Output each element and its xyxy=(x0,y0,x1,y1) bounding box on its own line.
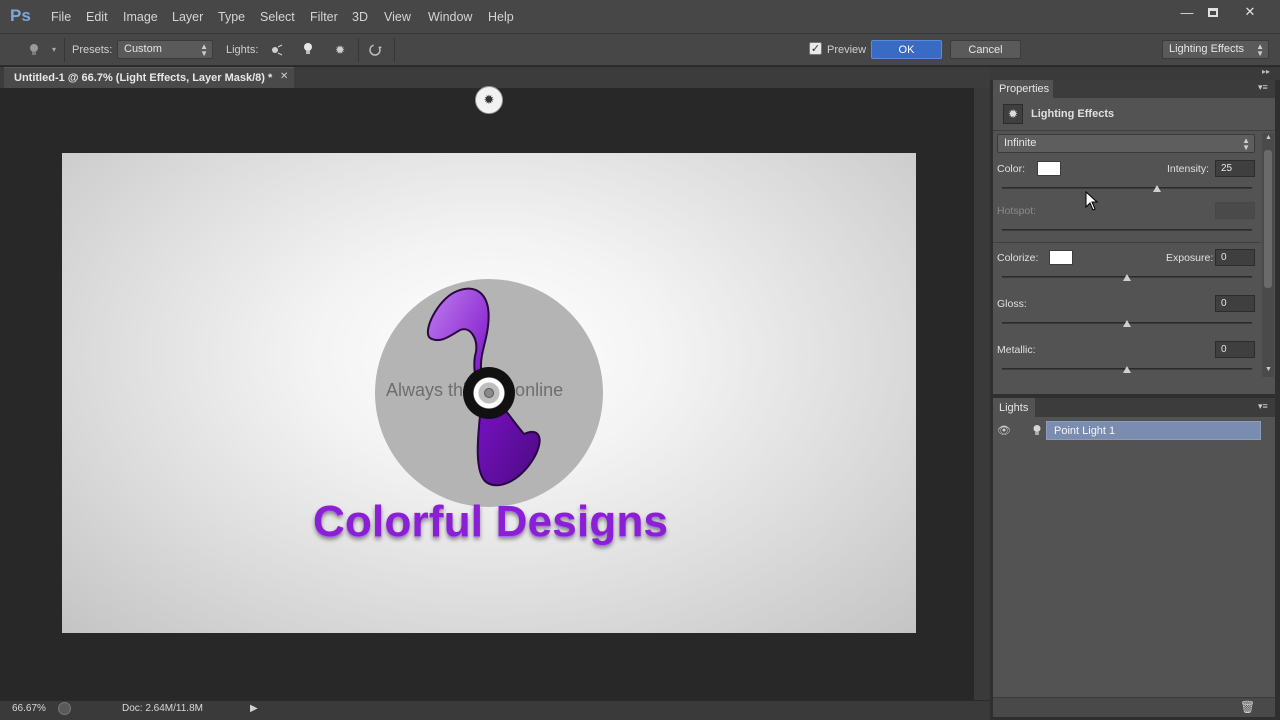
menu-file[interactable]: File xyxy=(51,10,71,24)
cancel-button[interactable]: Cancel xyxy=(950,40,1021,59)
visibility-eye-icon[interactable]: 👁 xyxy=(997,424,1011,437)
tab-lights[interactable]: Lights xyxy=(993,398,1035,417)
app-logo: Ps xyxy=(10,6,31,25)
status-share-icon[interactable] xyxy=(58,702,71,715)
tab-properties[interactable]: Properties xyxy=(993,80,1053,98)
ok-button[interactable]: OK xyxy=(871,40,942,59)
intensity-slider-track[interactable] xyxy=(1002,187,1252,189)
doc-size: Doc: 2.64M/11.8M xyxy=(122,703,203,714)
lighting-effects-icon: ✹ xyxy=(1003,104,1023,124)
colorize-label: Colorize: xyxy=(997,252,1039,264)
menu-select[interactable]: Select xyxy=(260,10,295,24)
divider xyxy=(993,242,1261,243)
exposure-label: Exposure: xyxy=(1166,252,1214,264)
metallic-slider-thumb[interactable] xyxy=(1123,366,1131,373)
menu-image[interactable]: Image xyxy=(123,10,158,24)
light-list-item[interactable]: Point Light 1 xyxy=(1046,421,1261,440)
scroll-down-icon[interactable]: ▼ xyxy=(1265,366,1272,373)
properties-title: Lighting Effects xyxy=(1031,108,1115,120)
reset-light-icon[interactable] xyxy=(368,42,384,58)
menu-filter[interactable]: Filter xyxy=(310,10,338,24)
add-spot-light-icon[interactable] xyxy=(268,42,284,58)
properties-menu-icon[interactable]: ▾≡ xyxy=(1258,82,1268,93)
workspace-dropdown[interactable]: Lighting Effects ▲ ▼ xyxy=(1162,40,1269,59)
light-type-value: Infinite xyxy=(1004,137,1037,149)
color-label: Color: xyxy=(997,163,1026,175)
intensity-label: Intensity: xyxy=(1167,163,1210,175)
hotspot-input xyxy=(1215,202,1255,219)
presets-value: Custom xyxy=(124,43,162,55)
light-center-dot xyxy=(484,388,494,398)
scroll-up-icon[interactable]: ▲ xyxy=(1265,134,1272,141)
close-window-icon[interactable]: ✕ xyxy=(1235,2,1265,22)
light-type-dropdown[interactable]: Infinite ▲ ▼ xyxy=(997,134,1255,153)
presets-dropdown[interactable]: Custom ▲ ▼ xyxy=(117,40,213,59)
intensity-slider-thumb[interactable] xyxy=(1153,185,1161,192)
divider xyxy=(394,38,395,62)
add-point-light-icon[interactable] xyxy=(300,41,316,57)
divider xyxy=(64,38,65,62)
gloss-input[interactable]: 0 xyxy=(1215,295,1255,312)
preview-checkbox[interactable]: ✓ xyxy=(809,42,822,55)
lights-header xyxy=(993,398,1275,417)
workspace-value: Lighting Effects xyxy=(1169,43,1245,55)
light-color-swatch[interactable] xyxy=(1037,161,1061,176)
dropdown-arrows-icon: ▲ ▼ xyxy=(200,42,208,58)
panel-footer xyxy=(993,697,1275,717)
tool-preset-chevron-icon[interactable]: ▾ xyxy=(52,45,56,54)
menu-layer[interactable]: Layer xyxy=(172,10,203,24)
menu-help[interactable]: Help xyxy=(488,10,514,24)
dock-header xyxy=(990,67,1280,80)
light-list-item-label: Point Light 1 xyxy=(1054,425,1116,437)
dropdown-arrows-icon: ▲ ▼ xyxy=(1256,42,1264,58)
lights-menu-icon[interactable]: ▾≡ xyxy=(1258,401,1268,412)
menu-3d[interactable]: 3D xyxy=(352,10,368,24)
zoom-level[interactable]: 66.67% xyxy=(12,703,46,714)
add-infinite-light-icon[interactable]: ✹ xyxy=(332,42,348,58)
menu-type[interactable]: Type xyxy=(218,10,245,24)
intensity-input[interactable]: 25 xyxy=(1215,160,1255,177)
presets-label: Presets: xyxy=(72,44,113,56)
mouse-cursor-icon xyxy=(1085,191,1099,211)
status-menu-arrow-icon[interactable]: ▶ xyxy=(250,703,258,714)
gloss-label: Gloss: xyxy=(997,298,1027,310)
lightbulb-tool-icon[interactable] xyxy=(26,42,42,58)
hotspot-label: Hotspot: xyxy=(997,205,1037,217)
exposure-input[interactable]: 0 xyxy=(1215,249,1255,266)
preview-label: Preview xyxy=(827,44,867,56)
metallic-label: Metallic: xyxy=(997,344,1036,356)
dropdown-arrows-icon: ▲ ▼ xyxy=(1242,136,1250,152)
menu-window[interactable]: Window xyxy=(428,10,472,24)
close-tab-icon[interactable]: ✕ xyxy=(280,71,288,82)
metallic-input[interactable]: 0 xyxy=(1215,341,1255,358)
lights-label: Lights: xyxy=(226,44,259,56)
divider xyxy=(358,38,359,62)
document-tab[interactable]: Untitled-1 @ 66.7% (Light Effects, Layer… xyxy=(4,67,294,88)
canvas-scrollbar[interactable] xyxy=(974,88,990,700)
collapse-dock-icon[interactable]: ▸▸ xyxy=(1262,67,1270,76)
menu-view[interactable]: View xyxy=(384,10,411,24)
hotspot-slider-track xyxy=(1002,229,1252,231)
exposure-slider-thumb[interactable] xyxy=(1123,274,1131,281)
menu-edit[interactable]: Edit xyxy=(86,10,108,24)
gloss-slider-thumb[interactable] xyxy=(1123,320,1131,327)
document-tab-title: Untitled-1 @ 66.7% (Light Effects, Layer… xyxy=(14,72,273,84)
colorize-swatch[interactable] xyxy=(1049,250,1073,265)
brand-name-text: Colorful Designs xyxy=(313,497,669,546)
divider xyxy=(993,130,1275,131)
delete-light-icon[interactable]: 🗑 xyxy=(1240,700,1255,714)
properties-scrollbar-thumb[interactable] xyxy=(1264,150,1272,288)
point-light-icon xyxy=(1032,424,1042,440)
lights-list xyxy=(993,417,1275,697)
infinite-light-widget-icon[interactable]: ✹ xyxy=(475,86,503,114)
maximize-icon[interactable] xyxy=(1198,2,1228,22)
